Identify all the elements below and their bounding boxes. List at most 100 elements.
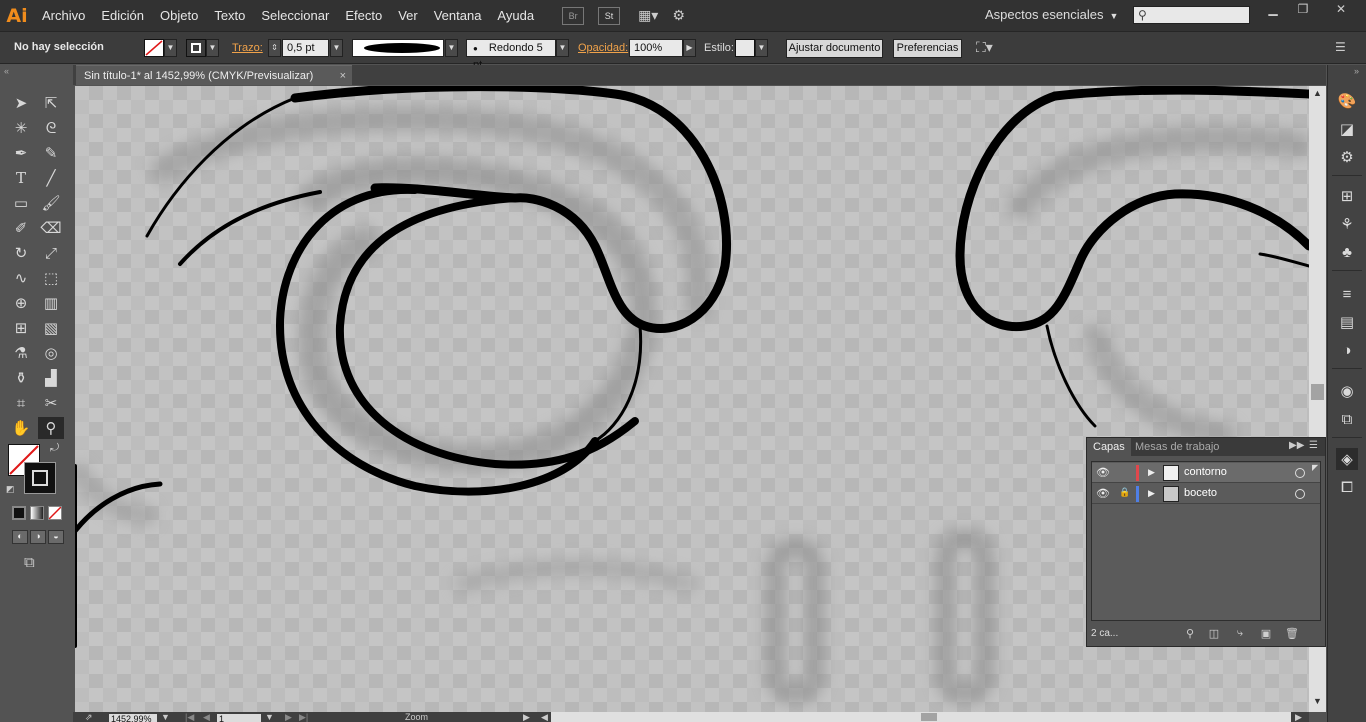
layer-row-boceto[interactable]: 👁 🔒 ▶ boceto <box>1092 484 1320 504</box>
selection-indicator-icon[interactable]: ◤ <box>1312 463 1318 472</box>
default-fill-stroke-icon[interactable]: ◩ <box>6 484 15 495</box>
artboard-dropdown-icon[interactable]: ▼ <box>265 712 274 722</box>
first-artboard-icon[interactable]: |◀ <box>185 712 194 722</box>
brush-definition[interactable]: ● Redondo 5 pt. <box>466 39 556 71</box>
scroll-down-icon[interactable]: ▼ <box>1313 696 1322 706</box>
hscroll-right-icon[interactable]: ▶ <box>1295 712 1302 722</box>
restore-button[interactable]: ❐ <box>1292 2 1314 16</box>
width-profile-dropdown[interactable]: ▼ <box>445 39 458 57</box>
vertical-scroll-thumb[interactable] <box>1311 384 1324 400</box>
artboards-panel-icon[interactable]: ⧠ <box>1336 476 1358 498</box>
layer-name[interactable]: contorno <box>1184 466 1227 478</box>
gradient-mode-icon[interactable] <box>30 506 44 520</box>
menu-edicion[interactable]: Edición <box>93 0 152 31</box>
direct-selection-tool-icon[interactable]: ⇱ <box>38 92 64 114</box>
free-transform-tool-icon[interactable]: ⬚ <box>38 267 64 289</box>
hand-tool-icon[interactable]: ✋ <box>8 417 34 439</box>
layers-panel-icon[interactable]: ◈ <box>1336 448 1358 470</box>
fill-dropdown[interactable]: ▼ <box>164 39 177 57</box>
horizontal-scrollbar[interactable] <box>551 712 1291 722</box>
menu-efecto[interactable]: Efecto <box>337 0 390 31</box>
close-window-button[interactable]: ✕ <box>1330 2 1352 16</box>
collapse-panel-icon[interactable]: « <box>4 66 9 76</box>
visibility-eye-icon[interactable]: 👁 <box>1096 466 1110 480</box>
stroke-stepper[interactable]: ⇕ <box>268 39 281 57</box>
symbol-sprayer-tool-icon[interactable]: ⚱ <box>8 367 34 389</box>
opacity-input[interactable]: 100% <box>629 39 683 57</box>
tab-mesas-de-trabajo[interactable]: Mesas de trabajo <box>1129 438 1225 456</box>
horizontal-scroll-thumb[interactable] <box>921 713 937 721</box>
stroke-weight-dropdown[interactable]: ▼ <box>330 39 343 57</box>
status-arrow-icon[interactable]: ▶ <box>523 712 530 722</box>
column-graph-tool-icon[interactable]: ▟ <box>38 367 64 389</box>
warp-tool-icon[interactable]: ∿ <box>8 267 34 289</box>
draw-behind-icon[interactable]: ◑ <box>30 530 46 544</box>
adjust-document-button[interactable]: Ajustar documento <box>786 39 883 58</box>
lock-icon[interactable]: 🔒 <box>1119 487 1131 501</box>
gpu-performance-icon[interactable]: ⚙ <box>672 7 685 24</box>
style-dropdown[interactable]: ▼ <box>755 39 768 57</box>
line-tool-icon[interactable]: ╱ <box>38 167 64 189</box>
stock-button[interactable]: St <box>598 6 621 25</box>
shape-builder-tool-icon[interactable]: ⊕ <box>8 292 34 314</box>
rectangle-tool-icon[interactable]: ▭ <box>8 192 34 214</box>
panel-menu-icon[interactable]: ☰ <box>1309 440 1318 451</box>
paintbrush-tool-icon[interactable]: 🖌 <box>38 192 64 214</box>
appearance-icon[interactable]: ◉ <box>1336 380 1358 402</box>
menu-archivo[interactable]: Archivo <box>34 0 93 31</box>
scale-tool-icon[interactable]: ⤢ <box>38 242 64 264</box>
lock-toggle[interactable] <box>1119 466 1131 480</box>
menu-ventana[interactable]: Ventana <box>426 0 490 31</box>
type-tool-icon[interactable]: T <box>8 167 34 189</box>
lasso-tool-icon[interactable]: ᘓ <box>38 117 64 139</box>
screen-mode-icon[interactable]: ⧉ <box>24 554 35 571</box>
symbols-icon[interactable]: ♣ <box>1336 241 1358 263</box>
menu-seleccionar[interactable]: Seleccionar <box>253 0 337 31</box>
new-sublayer-icon[interactable]: ⤷ <box>1233 627 1247 641</box>
workspace-switcher[interactable]: Aspectos esenciales ▼ <box>985 7 1118 22</box>
style-swatch[interactable] <box>735 39 755 57</box>
draw-inside-icon[interactable]: ◒ <box>48 530 64 544</box>
bridge-button[interactable]: Br <box>562 6 585 25</box>
next-artboard-icon[interactable]: ▶ <box>285 712 292 722</box>
scroll-up-icon[interactable]: ▲ <box>1313 88 1322 98</box>
artboard-field[interactable]: 1 <box>217 714 261 722</box>
graphic-styles-icon[interactable]: ⧉ <box>1336 408 1358 430</box>
visibility-eye-icon[interactable]: 👁 <box>1096 487 1110 501</box>
swatches-icon[interactable]: ⊞ <box>1336 185 1358 207</box>
expand-panels-icon[interactable]: » <box>1354 66 1359 76</box>
swap-fill-stroke-icon[interactable]: ⤾ <box>50 442 59 455</box>
select-similar-icon[interactable]: ⛶▾ <box>976 39 993 56</box>
layer-target-icon[interactable] <box>1295 468 1305 478</box>
clipping-mask-icon[interactable]: ◫ <box>1207 627 1221 641</box>
tab-capas[interactable]: Capas <box>1087 438 1131 456</box>
zoom-dropdown-icon[interactable]: ▼ <box>161 712 170 722</box>
hscroll-left-icon[interactable]: ◀ <box>541 712 548 722</box>
last-artboard-icon[interactable]: ▶| <box>299 712 308 722</box>
brushes-icon[interactable]: ⚘ <box>1336 213 1358 235</box>
shaper-tool-icon[interactable]: ✐ <box>8 217 34 239</box>
menu-objeto[interactable]: Objeto <box>152 0 206 31</box>
artboard-tool-icon[interactable]: ⌗ <box>8 392 34 414</box>
locate-object-icon[interactable]: ⚲ <box>1183 627 1197 641</box>
stroke-weight-input[interactable]: 0,5 pt <box>282 39 329 57</box>
magic-wand-tool-icon[interactable]: ✳ <box>8 117 34 139</box>
color-themes-icon[interactable]: ⚙ <box>1336 146 1358 168</box>
stroke-dropdown[interactable]: ▼ <box>206 39 219 57</box>
prev-artboard-icon[interactable]: ◀ <box>203 712 210 722</box>
new-layer-icon[interactable]: ▣ <box>1259 627 1273 641</box>
gradient-panel-icon[interactable]: ▤ <box>1336 311 1358 333</box>
minimize-button[interactable]: ▁ <box>1262 2 1284 16</box>
layer-name[interactable]: boceto <box>1184 487 1217 499</box>
blend-tool-icon[interactable]: ◎ <box>38 342 64 364</box>
opacity-label[interactable]: Opacidad: <box>578 42 628 54</box>
delete-layer-icon[interactable]: 🗑 <box>1285 627 1299 641</box>
color-panel-icon[interactable]: 🎨 <box>1336 90 1358 112</box>
menu-ayuda[interactable]: Ayuda <box>489 0 542 31</box>
brush-dropdown[interactable]: ▼ <box>556 39 569 57</box>
mesh-tool-icon[interactable]: ⊞ <box>8 317 34 339</box>
expand-layer-icon[interactable]: ▶ <box>1148 488 1155 499</box>
eyedropper-tool-icon[interactable]: ⚗ <box>8 342 34 364</box>
none-mode-icon[interactable] <box>48 506 62 520</box>
fill-swatch[interactable] <box>144 39 164 57</box>
